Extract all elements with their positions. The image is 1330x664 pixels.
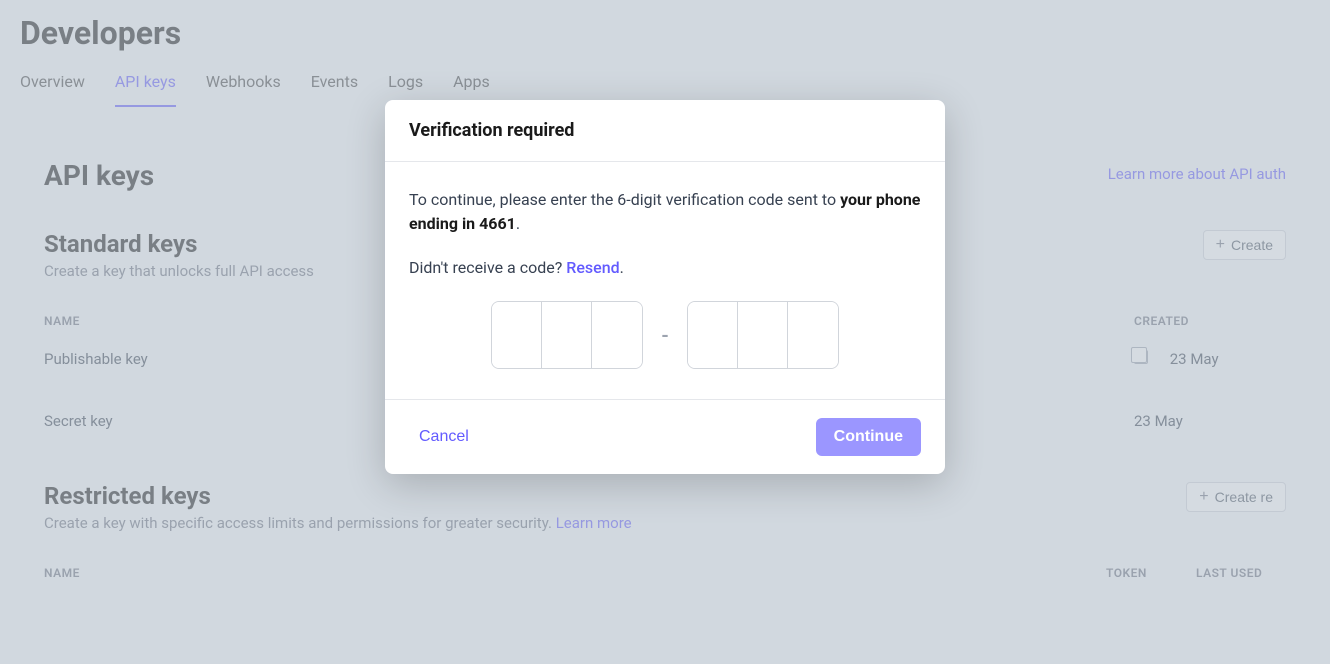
- code-digit-5[interactable]: [738, 302, 788, 369]
- code-input-row: -: [409, 301, 921, 369]
- resend-line: Didn't receive a code? Resend.: [409, 258, 921, 277]
- resend-link[interactable]: Resend: [566, 258, 619, 277]
- code-digit-4[interactable]: [688, 302, 738, 369]
- modal-footer: Cancel Continue: [385, 399, 945, 474]
- code-digit-1[interactable]: [492, 302, 542, 369]
- modal-overlay[interactable]: Verification required To continue, pleas…: [0, 0, 1330, 664]
- continue-button[interactable]: Continue: [816, 418, 921, 456]
- code-digit-2[interactable]: [542, 302, 592, 369]
- modal-header: Verification required: [385, 100, 945, 162]
- code-digit-6[interactable]: [788, 302, 838, 369]
- cancel-button[interactable]: Cancel: [409, 420, 479, 454]
- code-group-2: [687, 301, 839, 369]
- modal-title: Verification required: [409, 120, 921, 141]
- code-group-1: [491, 301, 643, 369]
- code-digit-3[interactable]: [592, 302, 642, 369]
- modal-message: To continue, please enter the 6-digit ve…: [409, 188, 921, 236]
- verification-modal: Verification required To continue, pleas…: [385, 100, 945, 474]
- modal-body: To continue, please enter the 6-digit ve…: [385, 162, 945, 399]
- code-dash: -: [661, 323, 668, 347]
